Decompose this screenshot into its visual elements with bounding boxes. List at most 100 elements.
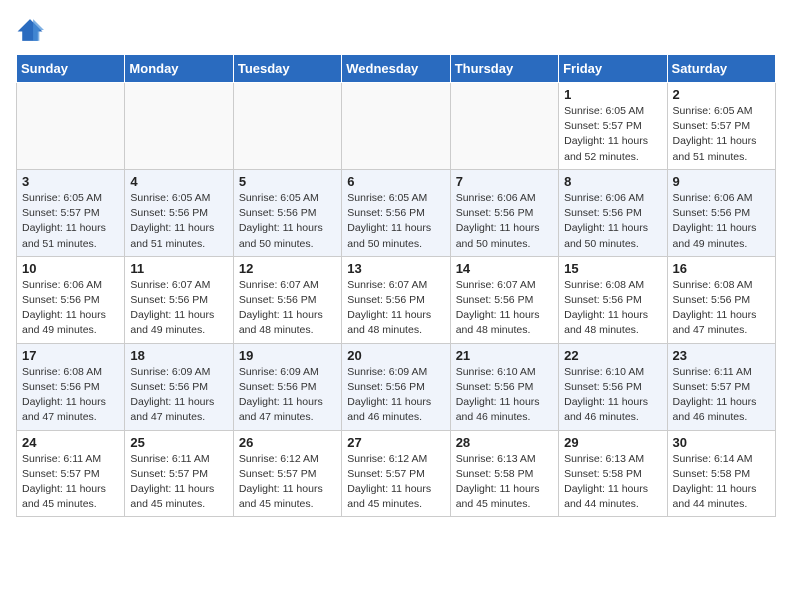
calendar-cell: 6 Sunrise: 6:05 AMSunset: 5:56 PMDaylight… xyxy=(342,169,450,256)
calendar-cell: 17 Sunrise: 6:08 AMSunset: 5:56 PMDayligh… xyxy=(17,343,125,430)
calendar-cell xyxy=(125,83,233,170)
day-info: Sunrise: 6:07 AMSunset: 5:56 PMDaylight:… xyxy=(130,278,227,339)
day-number: 26 xyxy=(239,435,336,450)
day-info: Sunrise: 6:08 AMSunset: 5:56 PMDaylight:… xyxy=(564,278,661,339)
day-info: Sunrise: 6:07 AMSunset: 5:56 PMDaylight:… xyxy=(456,278,553,339)
calendar-cell: 2 Sunrise: 6:05 AMSunset: 5:57 PMDaylight… xyxy=(667,83,775,170)
calendar-cell: 30 Sunrise: 6:14 AMSunset: 5:58 PMDayligh… xyxy=(667,430,775,517)
day-info: Sunrise: 6:09 AMSunset: 5:56 PMDaylight:… xyxy=(130,365,227,426)
calendar-cell: 1 Sunrise: 6:05 AMSunset: 5:57 PMDaylight… xyxy=(559,83,667,170)
day-number: 21 xyxy=(456,348,553,363)
day-number: 11 xyxy=(130,261,227,276)
day-info: Sunrise: 6:13 AMSunset: 5:58 PMDaylight:… xyxy=(564,452,661,513)
day-number: 6 xyxy=(347,174,444,189)
calendar-cell: 27Sunrise: 6:12 AMSunset: 5:57 PMDayligh… xyxy=(342,430,450,517)
header-monday: Monday xyxy=(125,55,233,83)
day-number: 17 xyxy=(22,348,119,363)
day-number: 13 xyxy=(347,261,444,276)
day-number: 16 xyxy=(673,261,770,276)
day-info: Sunrise: 6:09 AMSunset: 5:56 PMDaylight:… xyxy=(239,365,336,426)
calendar-header-row: SundayMondayTuesdayWednesdayThursdayFrid… xyxy=(17,55,776,83)
day-info: Sunrise: 6:05 AMSunset: 5:57 PMDaylight:… xyxy=(564,104,661,165)
day-number: 20 xyxy=(347,348,444,363)
day-number: 18 xyxy=(130,348,227,363)
day-info: Sunrise: 6:14 AMSunset: 5:58 PMDaylight:… xyxy=(673,452,770,513)
day-info: Sunrise: 6:06 AMSunset: 5:56 PMDaylight:… xyxy=(456,191,553,252)
calendar-cell: 11 Sunrise: 6:07 AMSunset: 5:56 PMDayligh… xyxy=(125,256,233,343)
calendar-cell: 25Sunrise: 6:11 AMSunset: 5:57 PMDayligh… xyxy=(125,430,233,517)
calendar-cell: 18 Sunrise: 6:09 AMSunset: 5:56 PMDayligh… xyxy=(125,343,233,430)
calendar-cell: 9 Sunrise: 6:06 AMSunset: 5:56 PMDaylight… xyxy=(667,169,775,256)
day-number: 19 xyxy=(239,348,336,363)
day-info: Sunrise: 6:10 AMSunset: 5:56 PMDaylight:… xyxy=(456,365,553,426)
calendar-cell: 12 Sunrise: 6:07 AMSunset: 5:56 PMDayligh… xyxy=(233,256,341,343)
day-info: Sunrise: 6:11 AMSunset: 5:57 PMDaylight:… xyxy=(22,452,119,513)
calendar: SundayMondayTuesdayWednesdayThursdayFrid… xyxy=(16,54,776,517)
day-info: Sunrise: 6:06 AMSunset: 5:56 PMDaylight:… xyxy=(673,191,770,252)
calendar-cell xyxy=(17,83,125,170)
calendar-cell: 29 Sunrise: 6:13 AMSunset: 5:58 PMDayligh… xyxy=(559,430,667,517)
calendar-week-4: 17 Sunrise: 6:08 AMSunset: 5:56 PMDayligh… xyxy=(17,343,776,430)
calendar-cell: 15 Sunrise: 6:08 AMSunset: 5:56 PMDayligh… xyxy=(559,256,667,343)
calendar-week-5: 24 Sunrise: 6:11 AMSunset: 5:57 PMDayligh… xyxy=(17,430,776,517)
day-info: Sunrise: 6:07 AMSunset: 5:56 PMDaylight:… xyxy=(347,278,444,339)
day-info: Sunrise: 6:08 AMSunset: 5:56 PMDaylight:… xyxy=(22,365,119,426)
day-info: Sunrise: 6:06 AMSunset: 5:56 PMDaylight:… xyxy=(22,278,119,339)
day-number: 24 xyxy=(22,435,119,450)
header-tuesday: Tuesday xyxy=(233,55,341,83)
day-number: 12 xyxy=(239,261,336,276)
calendar-cell: 21 Sunrise: 6:10 AMSunset: 5:56 PMDayligh… xyxy=(450,343,558,430)
day-number: 2 xyxy=(673,87,770,102)
calendar-cell: 24 Sunrise: 6:11 AMSunset: 5:57 PMDayligh… xyxy=(17,430,125,517)
logo xyxy=(16,16,48,44)
calendar-cell: 13 Sunrise: 6:07 AMSunset: 5:56 PMDayligh… xyxy=(342,256,450,343)
calendar-cell: 23Sunrise: 6:11 AMSunset: 5:57 PMDayligh… xyxy=(667,343,775,430)
day-number: 28 xyxy=(456,435,553,450)
calendar-cell: 10Sunrise: 6:06 AMSunset: 5:56 PMDayligh… xyxy=(17,256,125,343)
day-info: Sunrise: 6:12 AMSunset: 5:57 PMDaylight:… xyxy=(239,452,336,513)
calendar-cell: 19 Sunrise: 6:09 AMSunset: 5:56 PMDayligh… xyxy=(233,343,341,430)
calendar-cell xyxy=(342,83,450,170)
day-number: 9 xyxy=(673,174,770,189)
calendar-cell: 22 Sunrise: 6:10 AMSunset: 5:56 PMDayligh… xyxy=(559,343,667,430)
header-thursday: Thursday xyxy=(450,55,558,83)
calendar-cell xyxy=(450,83,558,170)
calendar-cell: 7 Sunrise: 6:06 AMSunset: 5:56 PMDaylight… xyxy=(450,169,558,256)
day-info: Sunrise: 6:05 AMSunset: 5:56 PMDaylight:… xyxy=(130,191,227,252)
calendar-cell: 3Sunrise: 6:05 AMSunset: 5:57 PMDaylight… xyxy=(17,169,125,256)
day-info: Sunrise: 6:07 AMSunset: 5:56 PMDaylight:… xyxy=(239,278,336,339)
day-number: 8 xyxy=(564,174,661,189)
calendar-cell: 20 Sunrise: 6:09 AMSunset: 5:56 PMDayligh… xyxy=(342,343,450,430)
day-number: 23 xyxy=(673,348,770,363)
calendar-cell: 28Sunrise: 6:13 AMSunset: 5:58 PMDayligh… xyxy=(450,430,558,517)
day-number: 7 xyxy=(456,174,553,189)
day-number: 30 xyxy=(673,435,770,450)
calendar-cell xyxy=(233,83,341,170)
calendar-cell: 8Sunrise: 6:06 AMSunset: 5:56 PMDaylight… xyxy=(559,169,667,256)
day-number: 14 xyxy=(456,261,553,276)
calendar-cell: 14 Sunrise: 6:07 AMSunset: 5:56 PMDayligh… xyxy=(450,256,558,343)
day-number: 15 xyxy=(564,261,661,276)
day-info: Sunrise: 6:05 AMSunset: 5:56 PMDaylight:… xyxy=(347,191,444,252)
logo-icon xyxy=(16,16,44,44)
day-number: 27 xyxy=(347,435,444,450)
calendar-cell: 5Sunrise: 6:05 AMSunset: 5:56 PMDaylight… xyxy=(233,169,341,256)
day-number: 22 xyxy=(564,348,661,363)
day-number: 29 xyxy=(564,435,661,450)
day-info: Sunrise: 6:05 AMSunset: 5:57 PMDaylight:… xyxy=(22,191,119,252)
day-number: 1 xyxy=(564,87,661,102)
page-header xyxy=(16,16,776,44)
day-info: Sunrise: 6:05 AMSunset: 5:57 PMDaylight:… xyxy=(673,104,770,165)
calendar-week-2: 3Sunrise: 6:05 AMSunset: 5:57 PMDaylight… xyxy=(17,169,776,256)
header-friday: Friday xyxy=(559,55,667,83)
day-info: Sunrise: 6:09 AMSunset: 5:56 PMDaylight:… xyxy=(347,365,444,426)
day-info: Sunrise: 6:10 AMSunset: 5:56 PMDaylight:… xyxy=(564,365,661,426)
calendar-cell: 4Sunrise: 6:05 AMSunset: 5:56 PMDaylight… xyxy=(125,169,233,256)
header-wednesday: Wednesday xyxy=(342,55,450,83)
day-number: 25 xyxy=(130,435,227,450)
calendar-cell: 26 Sunrise: 6:12 AMSunset: 5:57 PMDayligh… xyxy=(233,430,341,517)
calendar-week-3: 10Sunrise: 6:06 AMSunset: 5:56 PMDayligh… xyxy=(17,256,776,343)
calendar-week-1: 1 Sunrise: 6:05 AMSunset: 5:57 PMDaylight… xyxy=(17,83,776,170)
header-saturday: Saturday xyxy=(667,55,775,83)
header-sunday: Sunday xyxy=(17,55,125,83)
